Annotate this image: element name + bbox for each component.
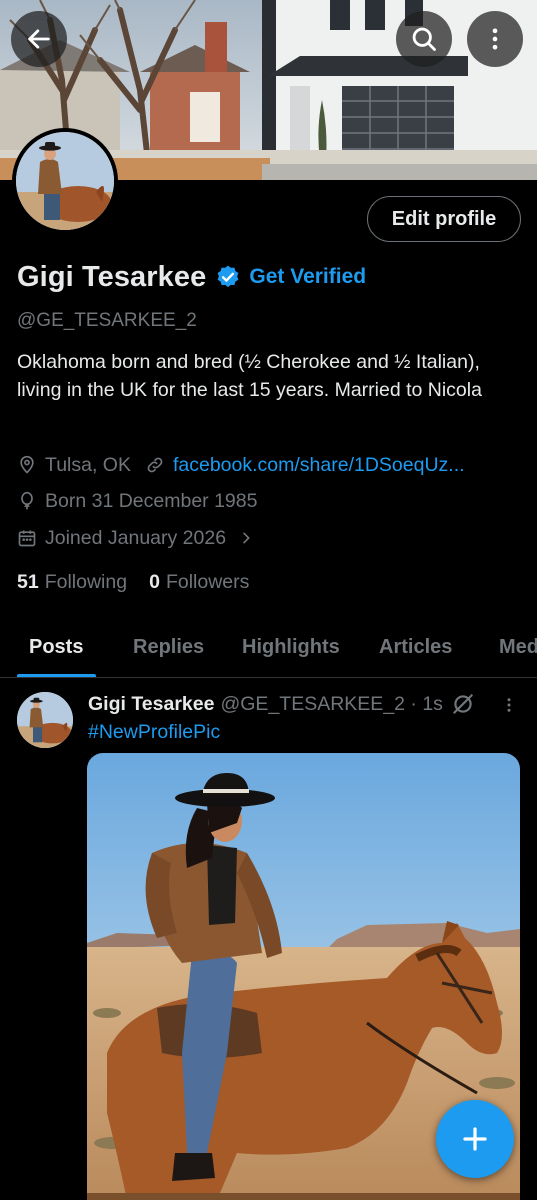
tab-posts[interactable]: Posts	[29, 636, 83, 659]
get-verified-link[interactable]: Get Verified	[249, 265, 366, 289]
link-icon	[147, 457, 163, 473]
profile-bio: Oklahoma born and bred (½ Cherokee and ½…	[17, 351, 482, 401]
arrow-left-icon	[28, 29, 50, 49]
compose-post-button[interactable]	[436, 1100, 514, 1178]
post-author-handle-time: @GE_TESARKEE_2 · 1s	[220, 692, 443, 715]
profile-meta-joined[interactable]: Joined January 2026	[17, 524, 254, 552]
grok-icon[interactable]	[450, 691, 476, 717]
calendar-icon	[18, 530, 36, 547]
search-icon	[412, 27, 436, 51]
verified-badge-icon	[217, 265, 239, 288]
profile-name: Gigi Tesarkee	[17, 260, 207, 293]
follow-stats: 51 Following 0 Followers	[17, 568, 249, 596]
followers-count: 0	[149, 570, 160, 593]
location-text: Tulsa, OK	[45, 453, 131, 476]
back-button[interactable]	[11, 11, 67, 67]
profile-avatar[interactable]	[12, 128, 118, 234]
profile-name-row: Gigi Tesarkee Get Verified	[17, 258, 366, 296]
tab-highlights[interactable]: Highlights	[242, 636, 340, 659]
post-author-avatar[interactable]	[17, 692, 73, 748]
tab-articles[interactable]: Articles	[379, 636, 452, 659]
profile-meta-birthday: Born 31 December 1985	[17, 487, 257, 515]
post-text-hashtag[interactable]: #NewProfilePic	[88, 718, 220, 746]
search-button[interactable]	[396, 11, 452, 67]
edit-profile-button[interactable]: Edit profile	[367, 196, 521, 242]
post-header: Gigi Tesarkee @GE_TESARKEE_2 · 1s	[88, 690, 443, 718]
more-options-button[interactable]	[467, 11, 523, 67]
followers-label: Followers	[165, 570, 250, 593]
following-link[interactable]: 51 Following	[17, 571, 127, 594]
location-pin-icon	[20, 455, 34, 474]
profile-tabs: Posts Replies Highlights Articles Media	[0, 618, 537, 678]
more-vertical-icon	[492, 28, 498, 50]
profile-meta-location-website: Tulsa, OK facebook.com/share/1DSoeqUz...	[17, 451, 465, 479]
plus-icon	[463, 1127, 487, 1151]
active-tab-indicator	[17, 674, 96, 677]
following-count: 51	[17, 570, 39, 593]
birthday-text: Born 31 December 1985	[45, 489, 258, 512]
post-author-name[interactable]: Gigi Tesarkee	[88, 693, 214, 716]
profile-handle: @GE_TESARKEE_2	[17, 310, 197, 331]
following-label: Following	[44, 570, 128, 593]
joined-text: Joined January 2026	[45, 526, 227, 549]
followers-link[interactable]: 0 Followers	[149, 571, 249, 594]
chevron-right-icon	[243, 532, 250, 544]
post-more-icon[interactable]	[500, 694, 518, 716]
tab-replies[interactable]: Replies	[133, 636, 204, 659]
website-link[interactable]: facebook.com/share/1DSoeqUz...	[173, 454, 465, 477]
balloon-icon	[21, 491, 33, 510]
tab-media[interactable]: Media	[499, 636, 537, 659]
